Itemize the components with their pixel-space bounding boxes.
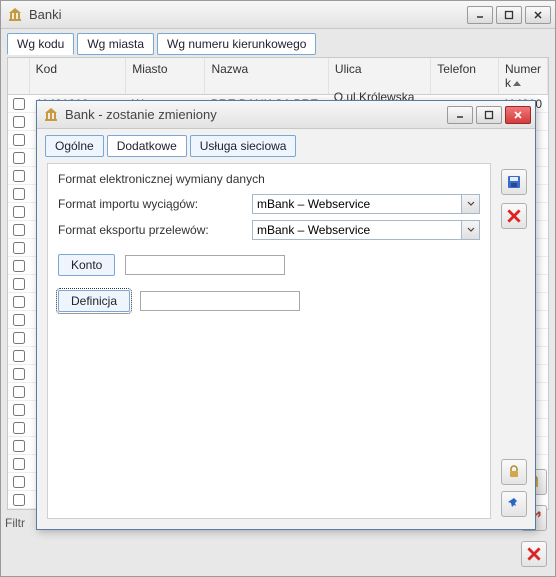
import-select[interactable] xyxy=(252,194,462,214)
child-close-button[interactable] xyxy=(505,106,531,124)
child-tabs: Ogólne Dodatkowe Usługa sieciowa xyxy=(37,129,535,157)
delete-icon[interactable] xyxy=(501,203,527,229)
col-numer[interactable]: Numer k xyxy=(499,58,548,94)
export-label: Format eksportu przelewów: xyxy=(58,223,246,237)
import-label: Format importu wyciągów: xyxy=(58,197,246,211)
row-checkbox[interactable] xyxy=(13,476,25,488)
col-telefon[interactable]: Telefon xyxy=(431,58,499,94)
row-checkbox[interactable] xyxy=(13,404,25,416)
col-miasto[interactable]: Miasto xyxy=(126,58,205,94)
child-titlebar: Bank - zostanie zmieniony xyxy=(37,101,535,129)
parent-tabs: Wg kodu Wg miasta Wg numeru kierunkowego xyxy=(1,29,555,55)
filter-label: Filtr xyxy=(5,516,25,530)
konto-input[interactable] xyxy=(125,255,285,275)
definicja-input[interactable] xyxy=(140,291,300,311)
pin-icon[interactable] xyxy=(501,491,527,517)
parent-title: Banki xyxy=(29,7,461,22)
bank-icon xyxy=(43,107,59,123)
row-checkbox[interactable] xyxy=(13,224,25,236)
definicja-button[interactable]: Definicja xyxy=(58,290,130,312)
close-button[interactable] xyxy=(525,6,551,24)
sort-asc-icon xyxy=(513,81,521,86)
row-checkbox[interactable] xyxy=(13,188,25,200)
row-checkbox[interactable] xyxy=(13,440,25,452)
lock-icon[interactable] xyxy=(501,459,527,485)
row-checkbox[interactable] xyxy=(13,458,25,470)
panel-legend: Format elektronicznej wymiany danych xyxy=(58,172,480,186)
row-checkbox[interactable] xyxy=(13,350,25,362)
bank-dialog: Bank - zostanie zmieniony Ogólne Dodatko… xyxy=(36,100,536,530)
chevron-down-icon[interactable] xyxy=(462,194,480,214)
col-nazwa[interactable]: Nazwa xyxy=(205,58,328,94)
row-checkbox[interactable] xyxy=(13,314,25,326)
row-checkbox[interactable] xyxy=(13,494,25,506)
parent-titlebar: Banki xyxy=(1,1,555,29)
chevron-down-icon[interactable] xyxy=(462,220,480,240)
row-checkbox[interactable] xyxy=(13,278,25,290)
maximize-button[interactable] xyxy=(496,6,522,24)
row-checkbox[interactable] xyxy=(13,422,25,434)
row-checkbox[interactable] xyxy=(13,134,25,146)
child-minimize-button[interactable] xyxy=(447,106,473,124)
child-title: Bank - zostanie zmieniony xyxy=(65,107,441,122)
export-select[interactable] xyxy=(252,220,462,240)
col-kod[interactable]: Kod xyxy=(30,58,127,94)
row-checkbox[interactable] xyxy=(13,206,25,218)
dodatkowe-panel: Format elektronicznej wymiany danych For… xyxy=(47,163,491,519)
minimize-button[interactable] xyxy=(467,6,493,24)
tab-wg-miasta[interactable]: Wg miasta xyxy=(77,33,154,55)
konto-button[interactable]: Konto xyxy=(58,254,115,276)
row-checkbox[interactable] xyxy=(13,386,25,398)
tab-ogolne[interactable]: Ogólne xyxy=(45,135,104,157)
row-checkbox[interactable] xyxy=(13,116,25,128)
tab-usluga[interactable]: Usługa sieciowa xyxy=(190,135,297,157)
row-checkbox[interactable] xyxy=(13,332,25,344)
row-checkbox[interactable] xyxy=(13,260,25,272)
row-checkbox[interactable] xyxy=(13,368,25,380)
row-checkbox[interactable] xyxy=(13,242,25,254)
delete-icon[interactable] xyxy=(521,541,547,567)
tab-wg-numeru[interactable]: Wg numeru kierunkowego xyxy=(157,33,316,55)
child-maximize-button[interactable] xyxy=(476,106,502,124)
row-checkbox[interactable] xyxy=(13,170,25,182)
row-checkbox[interactable] xyxy=(13,152,25,164)
tab-dodatkowe[interactable]: Dodatkowe xyxy=(107,135,187,157)
bank-icon xyxy=(7,7,23,23)
save-icon[interactable] xyxy=(501,169,527,195)
row-checkbox[interactable] xyxy=(13,296,25,308)
tab-wg-kodu[interactable]: Wg kodu xyxy=(7,33,74,55)
row-checkbox[interactable] xyxy=(13,98,25,110)
